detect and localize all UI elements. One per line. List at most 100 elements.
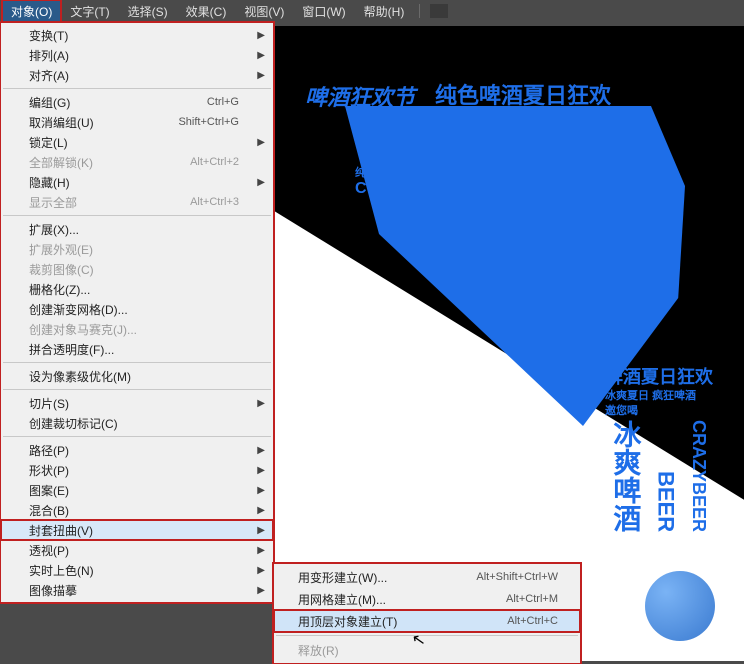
menu-help[interactable]: 帮助(H): [355, 0, 414, 23]
submenu-item-label: 用顶层对象建立(T): [298, 613, 397, 630]
menu-item[interactable]: 对齐(A) ▶: [1, 65, 273, 85]
menu-item-label: 实时上色(N): [29, 562, 94, 579]
menu-select[interactable]: 选择(S): [119, 0, 177, 23]
submenu-arrow-icon: ▶: [257, 445, 265, 456]
menu-item-label: 扩展(X)...: [29, 221, 79, 238]
menu-item[interactable]: 切片(S) ▶: [1, 393, 273, 413]
menu-item[interactable]: 创建渐变网格(D)...: [1, 299, 273, 319]
menu-object[interactable]: 对象(O): [2, 0, 61, 23]
menu-item-label: 显示全部: [29, 194, 77, 211]
submenu-item-label: 用网格建立(M)...: [298, 591, 386, 608]
menu-item-label: 编组(G): [29, 94, 70, 111]
menu-item-label: 锁定(L): [29, 134, 68, 151]
menu-item[interactable]: 形状(P) ▶: [1, 460, 273, 480]
submenu-item-shortcut: Alt+Shift+Ctrl+W: [476, 571, 558, 583]
menu-item[interactable]: 设为像素级优化(M): [1, 366, 273, 386]
menu-effect[interactable]: 效果(C): [177, 0, 236, 23]
submenu-item-label: 用变形建立(W)...: [298, 569, 387, 586]
menu-item-label: 栅格化(Z)...: [29, 281, 90, 298]
menu-item-label: 路径(P): [29, 442, 69, 459]
menu-item-label: 创建渐变网格(D)...: [29, 301, 128, 318]
menu-item[interactable]: 路径(P) ▶: [1, 440, 273, 460]
menu-item-label: 创建对象马赛克(J)...: [29, 321, 137, 338]
submenu-arrow-icon: ▶: [257, 545, 265, 556]
menu-separator: [3, 436, 271, 437]
menu-item-label: 裁剪图像(C): [29, 261, 94, 278]
menu-separator: [276, 635, 578, 636]
submenu-arrow-icon: ▶: [257, 30, 265, 41]
menu-item[interactable]: 拼合透明度(F)...: [1, 339, 273, 359]
object-menu-dropdown: 变换(T) ▶ 排列(A) ▶ 对齐(A) ▶ 编组(G) Ctrl+G 取消编组(U) Shif…: [0, 22, 274, 603]
menu-item[interactable]: 排列(A) ▶: [1, 45, 273, 65]
submenu-arrow-icon: ▶: [257, 505, 265, 516]
menu-item: 裁剪图像(C): [1, 259, 273, 279]
submenu-item-shortcut: Alt+Ctrl+M: [506, 593, 558, 605]
menu-item[interactable]: 图案(E) ▶: [1, 480, 273, 500]
menu-item: 显示全部 Alt+Ctrl+3: [1, 192, 273, 212]
menu-item[interactable]: 隐藏(H) ▶: [1, 172, 273, 192]
menu-item[interactable]: 编组(G) Ctrl+G: [1, 92, 273, 112]
submenu-arrow-icon: ▶: [257, 565, 265, 576]
submenu-arrow-icon: ▶: [257, 50, 265, 61]
menu-item: 创建对象马赛克(J)...: [1, 319, 273, 339]
menu-item-label: 封套扭曲(V): [29, 522, 93, 539]
menu-item[interactable]: 混合(B) ▶: [1, 500, 273, 520]
menu-item: 全部解锁(K) Alt+Ctrl+2: [1, 152, 273, 172]
submenu-arrow-icon: ▶: [257, 398, 265, 409]
menu-item-shortcut: Ctrl+G: [207, 96, 239, 108]
menu-item-label: 图案(E): [29, 482, 69, 499]
menu-item[interactable]: 锁定(L) ▶: [1, 132, 273, 152]
menubar: 对象(O) 文字(T) 选择(S) 效果(C) 视图(V) 窗口(W) 帮助(H…: [0, 0, 744, 22]
submenu-arrow-icon: ▶: [257, 465, 265, 476]
menu-item-shortcut: Alt+Ctrl+2: [190, 156, 239, 168]
envelope-distort-submenu: 用变形建立(W)... Alt+Shift+Ctrl+W 用网格建立(M)... Al…: [273, 563, 581, 664]
menu-item[interactable]: 栅格化(Z)...: [1, 279, 273, 299]
menu-item-shortcut: Alt+Ctrl+3: [190, 196, 239, 208]
menu-item: 扩展外观(E): [1, 239, 273, 259]
menu-item[interactable]: 图像描摹 ▶: [1, 580, 273, 600]
menu-window[interactable]: 窗口(W): [293, 0, 354, 23]
menu-item[interactable]: 扩展(X)...: [1, 219, 273, 239]
submenu-item[interactable]: 用变形建立(W)... Alt+Shift+Ctrl+W: [274, 566, 580, 588]
submenu-item-label: 释放(R): [298, 642, 339, 659]
menu-item-label: 形状(P): [29, 462, 69, 479]
menu-item-label: 取消编组(U): [29, 114, 94, 131]
submenu-item: 释放(R): [274, 639, 580, 661]
submenu-arrow-icon: ▶: [257, 177, 265, 188]
menu-item-label: 对齐(A): [29, 67, 69, 84]
menu-separator: [3, 215, 271, 216]
submenu-arrow-icon: ▶: [257, 70, 265, 81]
menu-item[interactable]: 变换(T) ▶: [1, 25, 273, 45]
menu-type[interactable]: 文字(T): [61, 0, 118, 23]
menu-item-label: 排列(A): [29, 47, 69, 64]
menubar-divider: [419, 4, 420, 18]
submenu-item-shortcut: Alt+Ctrl+C: [507, 615, 558, 627]
submenu-item[interactable]: 用顶层对象建立(T) Alt+Ctrl+C: [274, 610, 580, 632]
menu-item-label: 全部解锁(K): [29, 154, 93, 171]
submenu-arrow-icon: ▶: [257, 525, 265, 536]
menu-item[interactable]: 实时上色(N) ▶: [1, 560, 273, 580]
menu-item-shortcut: Shift+Ctrl+G: [178, 116, 239, 128]
menu-item-label: 变换(T): [29, 27, 68, 44]
submenu-arrow-icon: ▶: [257, 137, 265, 148]
menu-view[interactable]: 视图(V): [235, 0, 293, 23]
menu-item[interactable]: 透视(P) ▶: [1, 540, 273, 560]
menu-item-label: 切片(S): [29, 395, 69, 412]
menu-item-label: 图像描摹: [29, 582, 77, 599]
menu-separator: [3, 389, 271, 390]
menu-item[interactable]: 取消编组(U) Shift+Ctrl+G: [1, 112, 273, 132]
menu-item-label: 拼合透明度(F)...: [29, 341, 114, 358]
menu-item[interactable]: 创建裁切标记(C): [1, 413, 273, 433]
menu-item-label: 混合(B): [29, 502, 69, 519]
workspace-icon[interactable]: [430, 4, 448, 18]
menu-item-label: 设为像素级优化(M): [29, 368, 131, 385]
menu-item-label: 透视(P): [29, 542, 69, 559]
menu-item-label: 创建裁切标记(C): [29, 415, 118, 432]
submenu-arrow-icon: ▶: [257, 585, 265, 596]
submenu-arrow-icon: ▶: [257, 485, 265, 496]
menu-item-label: 扩展外观(E): [29, 241, 93, 258]
submenu-item[interactable]: 用网格建立(M)... Alt+Ctrl+M: [274, 588, 580, 610]
menu-item-label: 隐藏(H): [29, 174, 70, 191]
artwork-bubble: [645, 571, 715, 641]
menu-item[interactable]: 封套扭曲(V) ▶: [1, 520, 273, 540]
